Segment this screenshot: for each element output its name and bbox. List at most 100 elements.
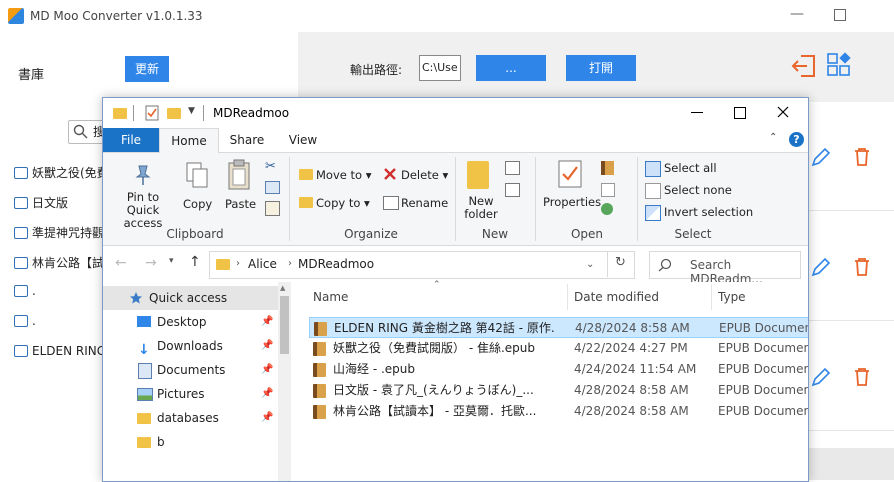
column-type[interactable]: Type xyxy=(718,290,746,304)
edit-icon[interactable] xyxy=(810,256,832,278)
paste-shortcut-icon[interactable] xyxy=(265,201,280,216)
new-group-label: New xyxy=(481,227,509,241)
chevron-up-icon[interactable]: ⌃ xyxy=(769,132,777,143)
minimize-icon[interactable]: — xyxy=(790,6,804,22)
nav-item-b[interactable]: b xyxy=(103,430,278,454)
file-row[interactable]: 林肯公路【試讀本】 - 亞莫爾．托歐... 4/28/2024 8:58 AM … xyxy=(309,401,808,422)
pin-icon[interactable]: 📌 xyxy=(261,358,273,382)
copy-button[interactable]: Copy xyxy=(183,197,212,211)
properties-button[interactable]: Properties xyxy=(543,195,601,209)
select-all-icon xyxy=(645,161,661,177)
book-item[interactable]: 妖獸之役(免費 xyxy=(14,164,109,181)
help-icon[interactable]: ? xyxy=(789,132,804,147)
nav-item-documents[interactable]: Documents 📌 xyxy=(103,358,278,382)
divider xyxy=(806,210,894,211)
maximize-icon[interactable] xyxy=(834,9,846,21)
paste-button[interactable]: Paste xyxy=(225,197,256,211)
easy-access-icon[interactable] xyxy=(505,183,520,197)
recent-dropdown-icon[interactable]: ▾ xyxy=(169,256,174,266)
tab-view[interactable]: View xyxy=(281,128,325,152)
pin-to-quick-access-button[interactable]: Pin to Quick access xyxy=(111,191,175,230)
new-folder-quick-icon[interactable] xyxy=(167,108,181,119)
open-group-label: Open xyxy=(570,227,604,241)
column-date-modified[interactable]: Date modified xyxy=(574,290,659,304)
up-arrow-icon[interactable]: ↑ xyxy=(189,254,201,270)
file-row[interactable]: 妖獸之役（免費試閱版） - 隹絲.epub 4/22/2024 4:27 PM … xyxy=(309,338,808,359)
nav-scrollbar[interactable]: ▲ xyxy=(278,282,291,481)
nav-item-databases[interactable]: databases 📌 xyxy=(103,406,278,430)
invert-selection-button[interactable]: Invert selection xyxy=(664,205,753,219)
tab-home[interactable]: Home xyxy=(159,128,219,154)
delete-x-icon xyxy=(384,168,396,180)
exit-icon[interactable] xyxy=(790,52,818,80)
address-input[interactable]: › Alice › MDReadmoo ⌄ xyxy=(209,251,635,279)
edit-file-icon[interactable] xyxy=(601,183,615,197)
book-item[interactable]: 林肯公路【試讀 xyxy=(14,254,116,271)
book-item[interactable]: . xyxy=(14,284,36,298)
pin-icon[interactable]: 📌 xyxy=(261,406,273,430)
copy-path-icon[interactable] xyxy=(265,181,280,194)
back-arrow-icon[interactable]: ← xyxy=(115,255,127,271)
book-item[interactable]: 日文版 xyxy=(14,194,68,211)
nav-item-downloads[interactable]: ↓ Downloads 📌 xyxy=(103,334,278,358)
close-icon[interactable] xyxy=(777,106,789,118)
delete-button[interactable]: Delete ▾ xyxy=(401,168,448,182)
scroll-up-icon[interactable]: ▲ xyxy=(280,284,285,292)
nav-item-desktop[interactable]: Desktop 📌 xyxy=(103,310,278,334)
pin-icon[interactable]: 📌 xyxy=(261,382,273,406)
file-row[interactable]: ELDEN RING 黃金樹之路 第42話 - 原作... 4/28/2024 … xyxy=(309,317,808,338)
file-row[interactable]: 日文版 - 袁了凡_(えんりょうぼん)_... 4/28/2024 8:58 A… xyxy=(309,380,808,401)
explorer-search-input[interactable]: Search MDReadm... xyxy=(649,251,801,286)
output-path-input[interactable]: C:\Use xyxy=(419,55,461,81)
quick-access-dropdown-icon[interactable]: ▼ xyxy=(188,106,195,116)
breadcrumb-alice[interactable]: Alice xyxy=(248,257,277,271)
refresh-button[interactable]: ↻ xyxy=(607,251,634,277)
chevron-down-icon[interactable]: ⌄ xyxy=(586,259,594,270)
move-to-button[interactable]: Move to ▾ xyxy=(316,168,371,182)
open-icon[interactable] xyxy=(601,161,614,175)
tab-file[interactable]: File xyxy=(103,128,159,152)
app-logo-icon xyxy=(8,8,24,24)
history-icon[interactable] xyxy=(601,203,613,215)
browse-button[interactable]: ... xyxy=(476,55,546,81)
copy-to-button[interactable]: Copy to ▾ xyxy=(316,196,370,210)
pin-icon[interactable]: 📌 xyxy=(261,334,273,358)
forward-arrow-icon[interactable]: → xyxy=(145,255,157,271)
book-icon xyxy=(14,345,28,357)
book-item[interactable]: ELDEN RING xyxy=(14,344,106,358)
column-name[interactable]: Name xyxy=(313,290,348,304)
select-all-button[interactable]: Select all xyxy=(664,161,717,175)
breadcrumb-mdreadmoo[interactable]: MDReadmoo xyxy=(298,257,374,271)
book-item[interactable]: 準提神咒持觀 xyxy=(14,224,104,241)
apps-grid-icon[interactable] xyxy=(826,52,854,80)
edit-icon[interactable] xyxy=(810,146,832,168)
rename-button[interactable]: Rename xyxy=(401,196,448,210)
divider[interactable] xyxy=(567,284,568,310)
new-folder-button[interactable]: New folder xyxy=(463,195,499,221)
tab-share[interactable]: Share xyxy=(223,128,271,152)
cut-icon[interactable]: ✂ xyxy=(265,159,276,174)
update-button[interactable]: 更新 xyxy=(125,56,169,82)
divider[interactable] xyxy=(711,284,712,310)
scroll-thumb[interactable] xyxy=(280,296,289,354)
epub-file-icon xyxy=(314,322,327,336)
file-row[interactable]: 山海经 - .epub 4/24/2024 11:54 AM EPUB Docu… xyxy=(309,359,808,380)
output-path-label: 輸出路徑: xyxy=(350,63,403,77)
delete-icon[interactable] xyxy=(852,366,872,388)
delete-icon[interactable] xyxy=(852,146,872,168)
nav-item-pictures[interactable]: Pictures 📌 xyxy=(103,382,278,406)
pin-icon[interactable]: 📌 xyxy=(261,310,273,334)
maximize-icon[interactable] xyxy=(734,107,746,119)
open-button[interactable]: 打開 xyxy=(566,55,636,81)
book-item[interactable]: . xyxy=(14,314,36,328)
minimize-icon[interactable] xyxy=(691,112,703,113)
app-titlebar: MD Moo Converter v1.0.1.33 — xyxy=(0,0,894,32)
nav-item-quick-access[interactable]: Quick access xyxy=(103,286,278,310)
folder-icon xyxy=(137,413,151,424)
delete-icon[interactable] xyxy=(852,256,872,278)
edit-icon[interactable] xyxy=(810,366,832,388)
rename-icon xyxy=(383,196,399,210)
select-none-button[interactable]: Select none xyxy=(664,183,732,197)
properties-quick-icon[interactable] xyxy=(145,105,159,121)
new-item-icon[interactable] xyxy=(505,161,520,175)
